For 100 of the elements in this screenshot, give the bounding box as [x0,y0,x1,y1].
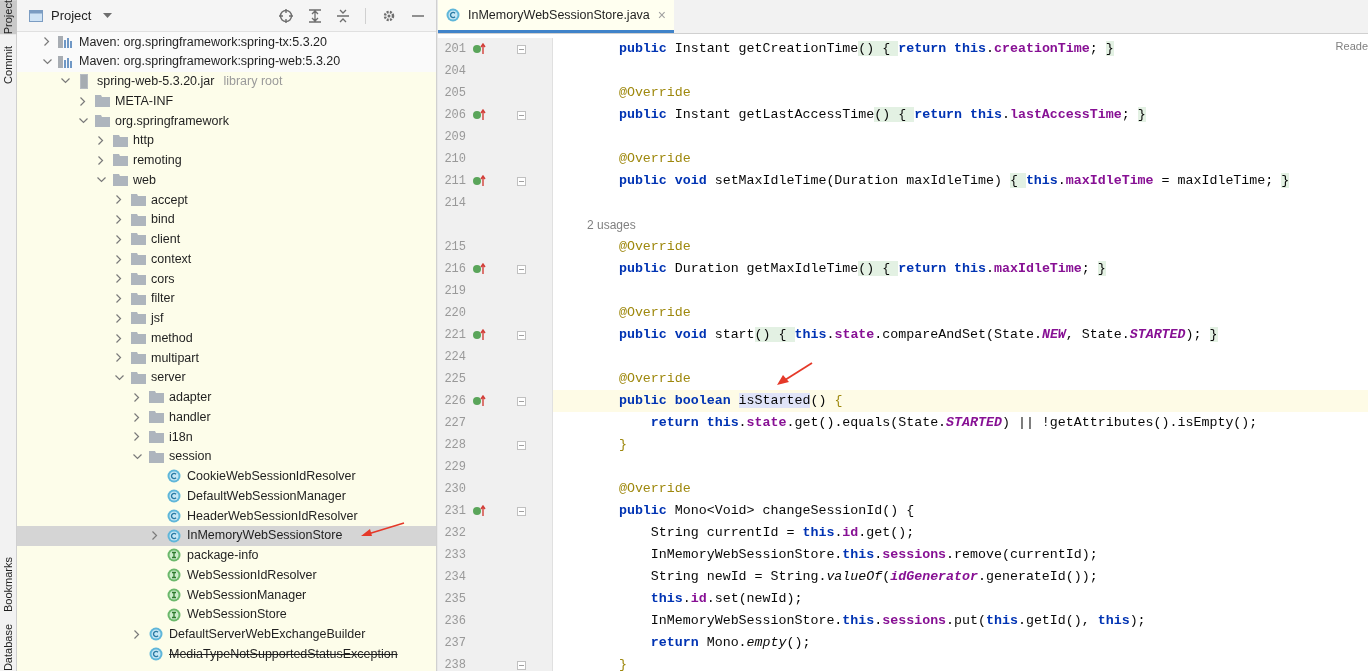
fold-marker-icon[interactable] [517,176,526,186]
tree-item[interactable]: MediaTypeNotSupportedStatusException [17,644,436,664]
line-number: 215 [443,239,466,256]
tree-item[interactable]: WebSessionStore [17,604,436,625]
code-line: public Instant getCreationTime() { return this.creationTime; } [617,40,1114,59]
project-view-dropdown[interactable]: Project [51,5,113,26]
fold-marker-icon[interactable] [517,330,526,340]
tool-window-tab[interactable]: Database [0,623,17,671]
tool-window-tab[interactable]: Project [0,0,17,35]
override-marker-icon[interactable] [472,395,486,407]
class-icon [167,489,181,504]
tree-item[interactable]: context [17,249,436,269]
folder-icon [130,253,146,266]
tree-item[interactable]: package-info [17,545,436,566]
chevron-down-icon[interactable] [60,78,70,85]
tree-item[interactable]: Maven: org.springframework:spring-web:5.3.20 [17,51,436,72]
override-marker-icon[interactable] [472,43,486,55]
tree-item[interactable]: adapter [17,387,436,408]
chevron-right-icon[interactable] [44,37,50,47]
folder-icon [130,233,146,246]
tool-window-tab[interactable]: Bookmarks [0,556,17,612]
code-line: return Mono.empty(); [649,634,811,653]
override-marker-icon[interactable] [472,505,486,517]
tree-item[interactable]: META-INF [17,91,436,111]
usages-hint: 2 usages [587,217,636,234]
chevron-down-icon[interactable] [42,58,52,65]
tree-item[interactable]: accept [17,190,436,210]
fold-marker-icon[interactable] [517,44,526,54]
minimize-icon[interactable] [412,14,424,17]
line-number: 210 [443,151,466,168]
tree-item[interactable]: web [17,170,436,190]
chevron-down-icon[interactable] [78,117,88,124]
chevron-right-icon[interactable] [80,96,86,106]
code-line: return this.state.get().equals(State.STARTED) || !getAttributes().isEmpty(); [649,414,1258,433]
tree-item[interactable]: spring-web-5.3.20.jar library root [17,71,436,92]
tree-item[interactable]: Maven: org.springframework:spring-tx:5.3.20 [17,32,436,52]
tree-item[interactable]: server [17,367,436,388]
tool-window-tab[interactable]: Commit [0,46,17,85]
code-line: public boolean isStarted() { [617,392,843,411]
line-number: 236 [443,613,466,630]
override-marker-icon[interactable] [472,175,486,187]
fold-marker-icon[interactable] [517,506,526,516]
tree-item[interactable]: jsf [17,308,436,329]
tree-item[interactable]: WebSessionManager [17,585,436,605]
fold-marker-icon[interactable] [517,660,526,670]
folder-icon [112,154,128,167]
class-icon [167,528,181,543]
tree-item[interactable]: handler [17,407,436,427]
chevron-down-icon[interactable] [132,453,142,460]
code-line: String currentId = this.id.get(); [649,524,915,543]
line-number: 232 [443,525,466,542]
tree-item[interactable]: org.springframework [17,111,436,131]
override-marker-icon[interactable] [472,109,486,121]
line-number: 214 [443,195,466,212]
line-number: 226 [443,393,466,410]
override-marker-icon[interactable] [472,263,486,275]
chevron-down-icon[interactable] [114,374,124,381]
tree-item[interactable]: CookieWebSessionIdResolver [17,466,436,487]
tree-item[interactable]: WebSessionIdResolver [17,565,436,585]
reader-mode-label[interactable]: Reade [1335,38,1368,55]
tree-item[interactable]: cors [17,269,436,289]
fold-marker-icon[interactable] [517,396,526,406]
tree-item[interactable]: multipart [17,348,436,368]
tree-item[interactable]: DefaultServerWebExchangeBuilder [17,624,436,645]
locate-icon[interactable] [279,8,293,23]
chevron-right-icon[interactable] [152,531,158,541]
tree-item[interactable]: i18n [17,427,436,447]
tree-item[interactable]: DefaultWebSessionManager [17,486,436,506]
folder-icon [130,193,146,206]
editor-tab[interactable]: InMemoryWebSessionStore.java × [438,0,674,33]
dropdown-caret-icon[interactable] [103,13,113,18]
override-marker-icon[interactable] [472,329,486,341]
folder-icon [148,430,164,443]
code-line: @Override [617,150,691,169]
chevron-right-icon[interactable] [134,629,140,639]
fold-marker-icon[interactable] [517,110,526,120]
expand-all-icon[interactable] [309,8,321,23]
tree-item[interactable]: http [17,130,436,151]
line-number: 211 [443,173,466,190]
tree-item[interactable]: bind [17,209,436,230]
folder-icon [130,213,146,226]
tree-item[interactable]: remoting [17,150,436,171]
tree-item[interactable]: filter [17,288,436,309]
line-number: 220 [443,305,466,322]
tree-item[interactable]: HeaderWebSessionIdResolver [17,506,436,526]
library-icon [58,55,74,69]
code-line: @Override [617,84,691,103]
tree-item[interactable]: InMemoryWebSessionStore [17,525,436,546]
settings-icon[interactable] [382,8,396,23]
code-line: } [617,656,627,671]
tree-item[interactable]: client [17,229,436,250]
collapse-all-icon[interactable] [337,8,349,23]
class-icon [167,469,181,484]
tree-item[interactable]: session [17,446,436,467]
fold-marker-icon[interactable] [517,440,526,450]
fold-marker-icon[interactable] [517,264,526,274]
arrow-annotation [360,522,406,538]
chevron-down-icon[interactable] [96,177,106,184]
line-number: 224 [443,349,466,366]
tree-item[interactable]: method [17,328,436,348]
